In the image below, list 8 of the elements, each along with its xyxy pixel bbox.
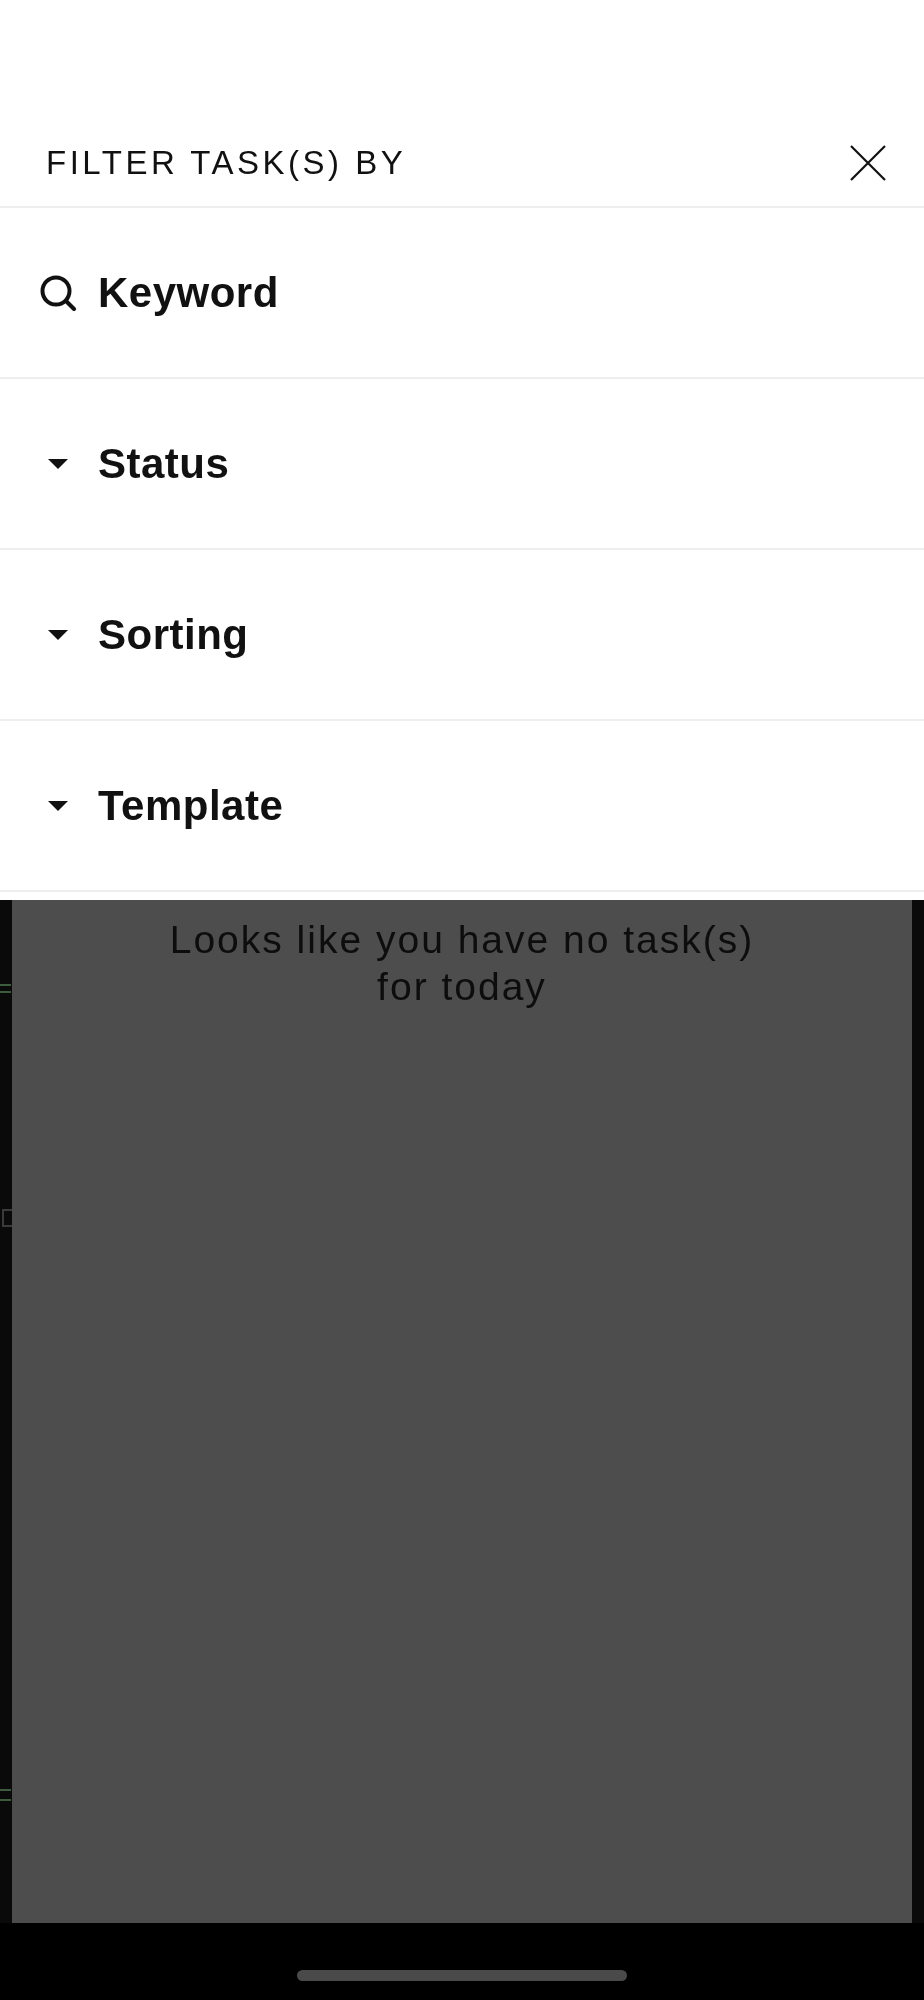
close-icon — [850, 145, 886, 181]
caret-icon — [48, 458, 68, 469]
caret-icon — [48, 629, 68, 640]
close-button[interactable] — [850, 145, 886, 181]
empty-state-message: Looks like you have no task(s) for today — [168, 917, 756, 1010]
search-icon — [39, 274, 77, 311]
filter-panel-title: FILTER TASK(S) BY — [46, 143, 407, 183]
caret-icon — [48, 800, 68, 811]
